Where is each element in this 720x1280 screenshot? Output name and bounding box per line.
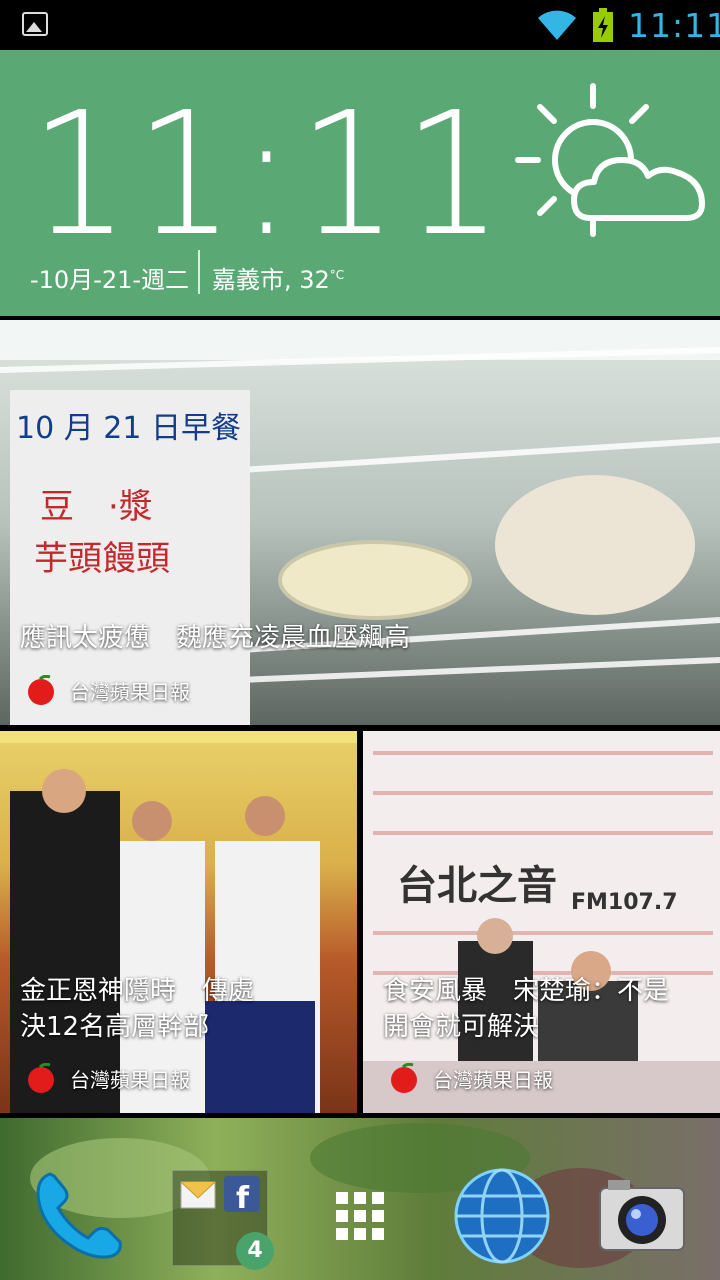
apple-daily-logo-icon [28, 1063, 54, 1093]
news-tile-3[interactable]: 台北之音 FM107.7 食安風暴 宋楚瑜：不是 開會就可解決 台灣蘋果日報 [363, 731, 720, 1113]
station-name: 台北之音 [397, 863, 557, 909]
sign-line1: 10 月 21 日早餐 [16, 411, 241, 446]
sun-cloud-icon[interactable] [508, 80, 708, 280]
sign-line3: 芋頭饅頭 [34, 539, 170, 579]
news-source-1: 台灣蘋果日報 [24, 675, 190, 705]
clock-time[interactable]: 11:11 [30, 90, 508, 260]
news-headline-1[interactable]: 應訊太疲憊 魏應充凌晨血壓飆高 [20, 620, 410, 656]
news-headline-2[interactable]: 金正恩神隱時 傳處 決12名高層幹部 [20, 973, 254, 1045]
news-source-label: 台灣蘋果日報 [70, 679, 190, 704]
news-photo-3: 台北之音 FM107.7 [363, 731, 720, 1113]
location-temperature: 嘉義市, 32 [212, 266, 330, 294]
news-tile-2[interactable]: 金正恩神隱時 傳處 決12名高層幹部 台灣蘋果日報 [0, 731, 357, 1113]
news-source-2: 台灣蘋果日報 [24, 1063, 190, 1093]
clock-weather-widget[interactable]: 11:11 -10月-21-週二 嘉義市, 32°C [0, 50, 720, 316]
news-source-label: 台灣蘋果日報 [433, 1067, 553, 1092]
news-source-3: 台灣蘋果日報 [387, 1063, 553, 1093]
svg-text:f: f [236, 1181, 250, 1212]
news-source-label: 台灣蘋果日報 [70, 1067, 190, 1092]
email-icon[interactable] [180, 1178, 216, 1212]
notification-badge: 4 [236, 1232, 274, 1270]
news-headline-2-line1: 金正恩神隱時 傳處 [20, 976, 255, 1006]
temperature-unit: °C [329, 268, 345, 282]
news-headline-3-line2: 開會就可解決 [383, 1012, 540, 1042]
battery-charging-icon [593, 8, 613, 42]
news-headline-2-line2: 決12名高層幹部 [20, 1012, 210, 1042]
clock-date: -10月-21-週二 [30, 266, 190, 294]
facebook-icon[interactable]: f [224, 1176, 260, 1212]
news-headline-3[interactable]: 食安風暴 宋楚瑜：不是 開會就可解決 [383, 973, 669, 1045]
news-tile-1[interactable]: 10 月 21 日早餐 豆 ·漿 芋頭饅頭 應訊太疲憊 魏應充凌晨血壓飆高 台灣… [0, 320, 720, 725]
camera-icon[interactable] [596, 1178, 688, 1256]
status-bar: 11:11 [0, 0, 720, 50]
wifi-icon [538, 10, 576, 40]
apple-daily-logo-icon [28, 675, 54, 705]
status-time: 11:11 [628, 6, 720, 45]
globe-icon[interactable] [452, 1166, 552, 1266]
divider [198, 250, 200, 294]
news-photo-1: 10 月 21 日早餐 豆 ·漿 芋頭饅頭 [0, 320, 720, 725]
station-frequency: FM107.7 [571, 890, 678, 915]
news-headline-3-line1: 食安風暴 宋楚瑜：不是 [383, 976, 670, 1006]
news-photo-2 [0, 731, 357, 1113]
phone-icon[interactable] [30, 1168, 126, 1264]
image-icon [22, 12, 48, 36]
apple-daily-logo-icon [391, 1063, 417, 1093]
app-drawer-icon[interactable] [334, 1190, 386, 1242]
weather-location: 嘉義市, 32°C [212, 260, 344, 295]
sign-line2: 豆 ·漿 [40, 487, 153, 527]
